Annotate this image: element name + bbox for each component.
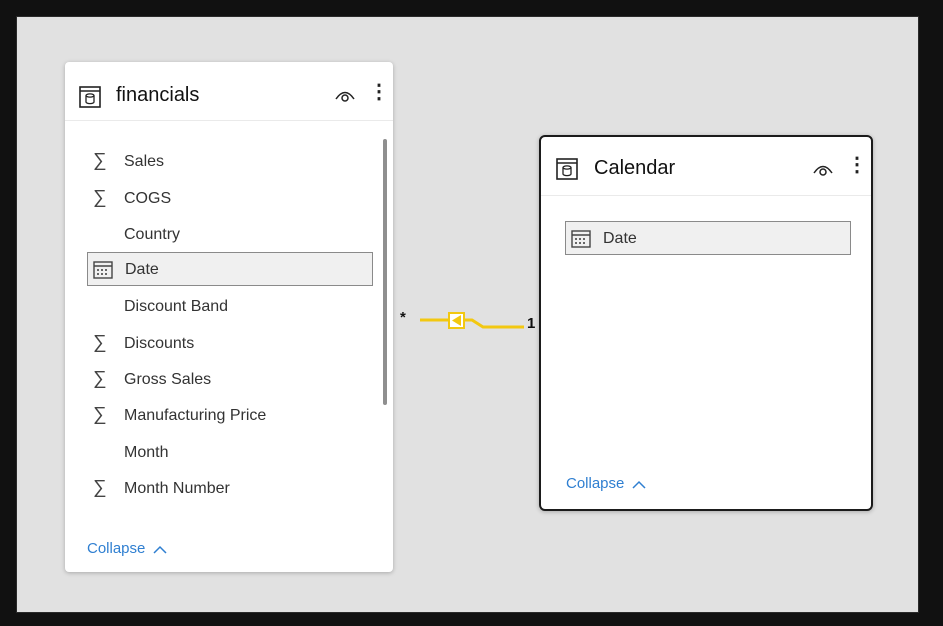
relationship-cardinality-one: 1 [527,315,536,332]
relationship-cardinality-many: * [400,309,406,326]
filter-direction-icon [448,312,465,329]
relationship-line[interactable] [17,17,920,614]
model-canvas[interactable]: financials ⋮ ∑ Sales ∑ COGS Country Date… [16,16,919,613]
